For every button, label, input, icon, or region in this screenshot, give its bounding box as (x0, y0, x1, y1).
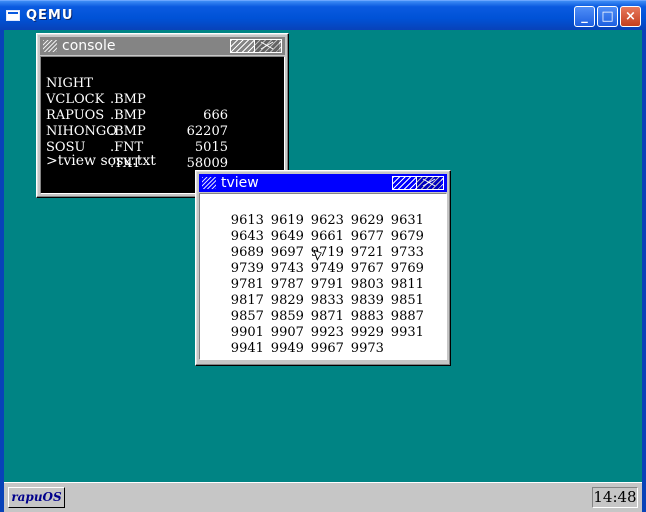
list-item: SOSU .TXT 6390 (46, 124, 246, 187)
prime-number: 9931 (390, 325, 424, 340)
close-icon[interactable] (254, 40, 279, 52)
tview-titlebar[interactable]: tview (199, 174, 447, 192)
prime-number: 9949 (270, 341, 304, 356)
prime-number: 9941 (230, 341, 264, 356)
maximize-button[interactable]: □ (597, 6, 618, 27)
console-title: console (62, 38, 116, 54)
prime-number: 9973 (350, 341, 384, 356)
text-line: 9941 9949 9967 9973 (206, 325, 391, 356)
tview-title: tview (221, 175, 259, 191)
command-prompt[interactable]: >tview sosu.txt (46, 153, 156, 169)
host-frame-left (0, 30, 4, 512)
prime-number: 9967 (310, 341, 344, 356)
text-line: 9901 9907 9923 9929 9931 (206, 309, 431, 340)
file-size: 5015 (194, 140, 228, 155)
host-frame-right (642, 30, 646, 512)
start-button[interactable]: rapuOS (8, 487, 65, 508)
text-line: 9781 9787 9791 9803 9811 (206, 261, 431, 292)
list-item: NIHONGO .FNT 58009 (46, 108, 246, 171)
list-item: VCLOCK .BMP 62207 (46, 76, 246, 139)
tview-window-controls[interactable] (392, 176, 444, 190)
text-line: 9613 9619 9623 9629 9631 (206, 197, 431, 228)
qemu-window-icon[interactable] (6, 10, 20, 21)
list-item: RAPUOS .BMP 5015 (46, 92, 246, 155)
list-item: NIGHT .BMP 666 (46, 60, 246, 123)
minimize-button[interactable]: _ (574, 6, 595, 27)
tview-text-area[interactable]: 9613 9619 9623 9629 9631 9643 9649 9661 9677 967… (199, 193, 447, 360)
text-line: 9817 9829 9833 9839 9851 (206, 277, 431, 308)
taskbar: rapuOS 14:48 (4, 482, 642, 512)
console-titlebar[interactable]: console (40, 37, 285, 55)
close-button[interactable]: × (620, 6, 641, 27)
text-line: 9689 9697 9719 9721 9733 (206, 229, 431, 260)
text-line: 9643 9649 9661 9677 9679 (206, 213, 431, 244)
host-titlebar[interactable]: QEMU _ □ × (0, 0, 646, 30)
host-window-title: QEMU (26, 8, 74, 23)
close-icon[interactable] (416, 177, 441, 189)
taskbar-clock: 14:48 (592, 487, 638, 508)
console-window-controls[interactable] (230, 39, 282, 53)
tview-window[interactable]: tview 9613 9619 9623 9629 9631 9643 9649 9661 9… (195, 170, 451, 366)
titlebar-grip-icon (43, 40, 57, 52)
text-line: 9857 9859 9871 9883 9887 (206, 293, 431, 324)
titlebar-grip-icon (202, 177, 216, 189)
